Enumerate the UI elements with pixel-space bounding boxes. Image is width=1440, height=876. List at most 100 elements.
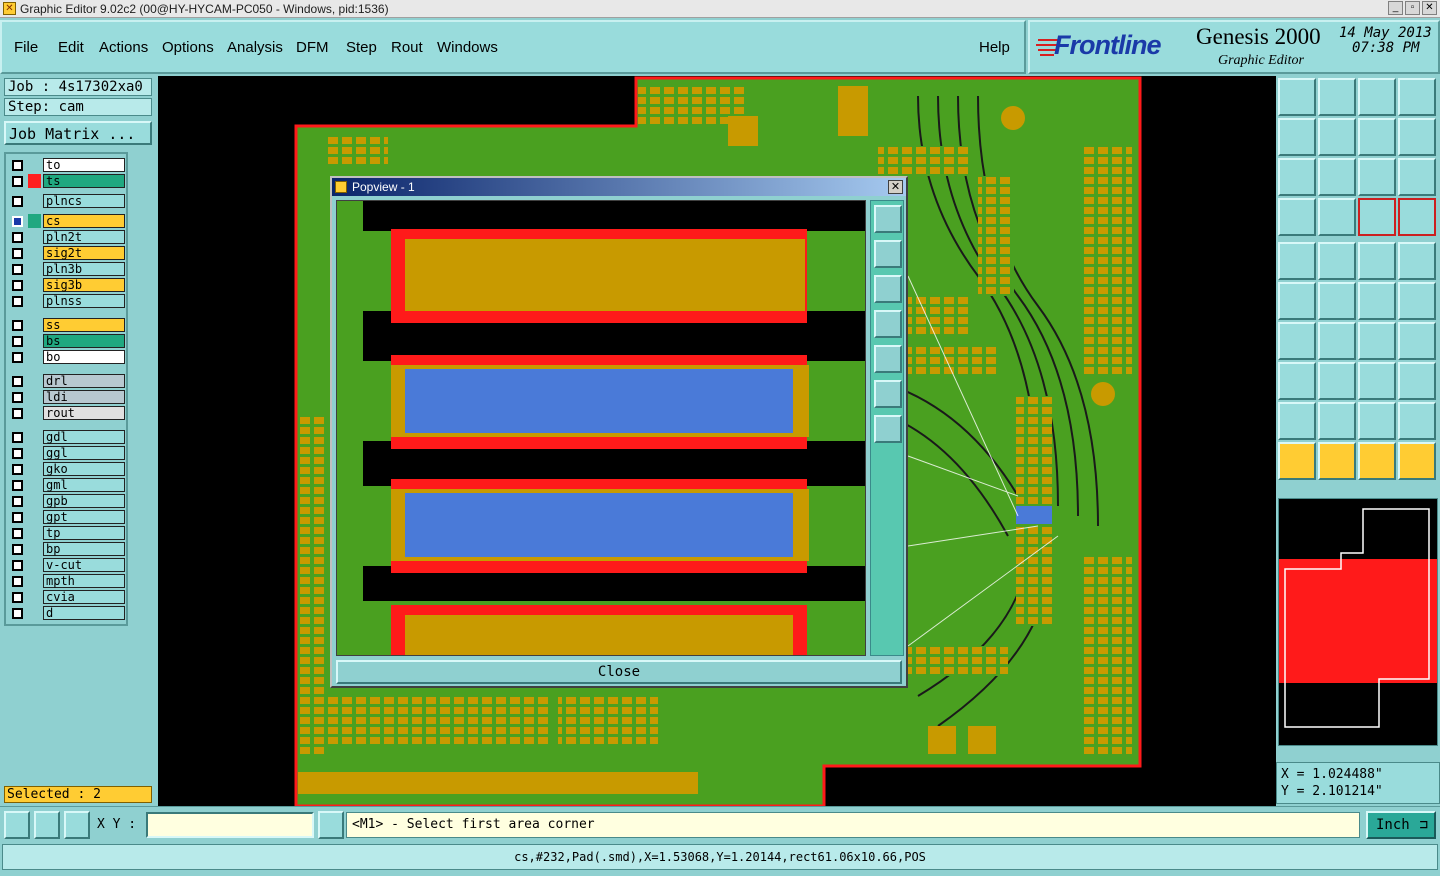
pan-left-icon[interactable] — [1278, 118, 1316, 156]
arch-line-icon[interactable] — [1398, 402, 1436, 440]
snap-mode-icon[interactable] — [4, 811, 30, 839]
slash-icon[interactable] — [1318, 322, 1356, 360]
scale-icon[interactable] — [1358, 158, 1396, 196]
menu-edit[interactable]: Edit — [58, 39, 84, 56]
layer-checkbox[interactable] — [12, 196, 23, 207]
layer-checkbox[interactable] — [12, 480, 23, 491]
layer-checkbox[interactable] — [12, 528, 23, 539]
layer-checkbox[interactable] — [12, 264, 23, 275]
menu-options[interactable]: Options — [162, 39, 214, 56]
layer-row-cvia[interactable]: cvia — [8, 590, 126, 605]
fit-all-icon[interactable] — [1278, 158, 1316, 196]
layer-checkbox[interactable] — [12, 608, 23, 619]
center-icon[interactable] — [1318, 158, 1356, 196]
layer-checkbox[interactable] — [12, 160, 23, 171]
xy-input[interactable] — [146, 812, 314, 838]
copy-icon[interactable] — [1278, 362, 1316, 400]
popview-pan-right-icon[interactable] — [874, 345, 902, 373]
layer-checkbox[interactable] — [12, 320, 23, 331]
layer-checkbox[interactable] — [12, 176, 23, 187]
menu-windows[interactable]: Windows — [437, 39, 498, 56]
layer-row-gpt[interactable]: gpt — [8, 510, 126, 525]
job-matrix-button[interactable]: Job Matrix ... — [4, 121, 152, 145]
menu-analysis[interactable]: Analysis — [227, 39, 283, 56]
popview-close-icon[interactable]: ✕ — [888, 180, 903, 194]
grid-icon[interactable] — [1318, 198, 1356, 236]
menu-rout[interactable]: Rout — [391, 39, 423, 56]
popview-pan-up-icon[interactable] — [874, 240, 902, 268]
popview-pan-left-icon[interactable] — [874, 310, 902, 338]
layer-row-gml[interactable]: gml — [8, 478, 126, 493]
menu-actions[interactable]: Actions — [99, 39, 148, 56]
select-area-icon[interactable] — [1358, 442, 1396, 480]
shape-icon[interactable] — [1398, 362, 1436, 400]
layer-row-gpb[interactable]: gpb — [8, 494, 126, 509]
layer-row-pln3b[interactable]: pln3b — [8, 262, 126, 277]
layer-checkbox[interactable] — [12, 512, 23, 523]
layer-row-bs[interactable]: bs — [8, 334, 126, 349]
layer-row-bp[interactable]: bp — [8, 542, 126, 557]
layer-row-ss[interactable]: ss — [8, 318, 126, 333]
feature-icon[interactable] — [1398, 322, 1436, 360]
home-icon[interactable] — [1358, 78, 1396, 116]
pointer-icon[interactable] — [1278, 442, 1316, 480]
layer-row-sig2t[interactable]: sig2t — [8, 246, 126, 261]
layer-row-ldi[interactable]: ldi — [8, 390, 126, 405]
snap-pad-icon[interactable] — [1398, 198, 1436, 236]
layer-row-v-cut[interactable]: v-cut — [8, 558, 126, 573]
ruler-icon[interactable] — [1358, 242, 1396, 280]
layer-checkbox[interactable] — [12, 232, 23, 243]
layer-checkbox[interactable] — [12, 296, 23, 307]
layer-checkbox[interactable] — [12, 432, 23, 443]
info-icon[interactable] — [318, 811, 344, 839]
layer-row-sig3b[interactable]: sig3b — [8, 278, 126, 293]
layer-row-cs[interactable]: cs — [8, 214, 126, 229]
connect-icon[interactable] — [1358, 282, 1396, 320]
layer-checkbox[interactable] — [12, 496, 23, 507]
add-line-icon[interactable] — [1318, 242, 1356, 280]
popview-zoom-home-icon[interactable] — [874, 205, 902, 233]
layer-checkbox[interactable] — [12, 280, 23, 291]
grid-mode-icon[interactable] — [64, 811, 90, 839]
layer-row-mpth[interactable]: mpth — [8, 574, 126, 589]
menu-step[interactable]: Step — [346, 39, 377, 56]
node-icon[interactable] — [1278, 282, 1316, 320]
menu-dfm[interactable]: DFM — [296, 39, 329, 56]
zoom-in-icon[interactable] — [1318, 78, 1356, 116]
popview-zoom-in-icon[interactable] — [874, 380, 902, 408]
line-icon[interactable] — [1318, 362, 1356, 400]
layer-checkbox[interactable] — [12, 448, 23, 459]
maximize-button[interactable]: ▫ — [1405, 1, 1420, 15]
snap-center-icon[interactable] — [1358, 198, 1396, 236]
layer-row-plncs[interactable]: plncs — [8, 194, 126, 209]
layer-checkbox[interactable] — [12, 376, 23, 387]
layer-checkbox[interactable] — [12, 392, 23, 403]
layer-checkbox[interactable] — [12, 336, 23, 347]
layer-row-plnss[interactable]: plnss — [8, 294, 126, 309]
triangle-line-icon[interactable] — [1318, 402, 1356, 440]
layer-row-d[interactable]: d — [8, 606, 126, 621]
popview-pan-down-icon[interactable] — [874, 275, 902, 303]
menu-file[interactable]: File — [14, 39, 38, 56]
angle-mode-icon[interactable] — [34, 811, 60, 839]
layer-row-drl[interactable]: drl — [8, 374, 126, 389]
menu-help[interactable]: Help — [979, 39, 1010, 56]
move-node-icon[interactable] — [1398, 282, 1436, 320]
layer-checkbox[interactable] — [12, 352, 23, 363]
minimize-button[interactable]: _ — [1388, 1, 1403, 15]
close-window-button[interactable]: ✕ — [1422, 1, 1437, 15]
popview-canvas[interactable] — [336, 200, 866, 656]
layer-checkbox[interactable] — [12, 408, 23, 419]
measure-icon[interactable] — [1278, 198, 1316, 236]
layer-checkbox[interactable] — [12, 216, 23, 227]
arch-icon[interactable] — [1358, 402, 1396, 440]
layer-row-pln2t[interactable]: pln2t — [8, 230, 126, 245]
layer-row-to[interactable]: to — [8, 158, 126, 173]
resize-icon[interactable] — [1358, 362, 1396, 400]
cross-icon[interactable] — [1318, 282, 1356, 320]
zoom-home-icon[interactable] — [1278, 78, 1316, 116]
layer-row-tp[interactable]: tp — [8, 526, 126, 541]
layer-row-rout[interactable]: rout — [8, 406, 126, 421]
popview-zoom-view[interactable] — [337, 201, 866, 656]
layer-row-ggl[interactable]: ggl — [8, 446, 126, 461]
